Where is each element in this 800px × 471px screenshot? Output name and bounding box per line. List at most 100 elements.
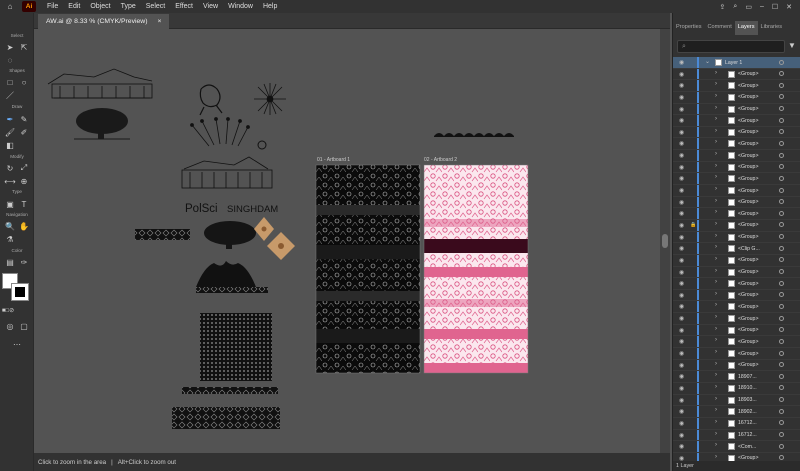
visibility-eye-icon[interactable]: ◉ — [679, 420, 684, 427]
chevron-right-icon[interactable]: › — [715, 372, 717, 378]
visibility-eye-icon[interactable]: ◉ — [679, 199, 684, 206]
menu-effect[interactable]: Effect — [170, 3, 198, 10]
chevron-right-icon[interactable]: › — [715, 302, 717, 308]
tab-close-icon[interactable]: × — [157, 18, 161, 25]
chevron-right-icon[interactable]: › — [715, 396, 717, 402]
minimize-icon[interactable]: – — [760, 3, 764, 11]
menu-edit[interactable]: Edit — [63, 3, 85, 10]
rotate-tool-icon[interactable]: ↻ — [5, 163, 15, 173]
layer-item-name[interactable]: <Group> — [738, 362, 758, 368]
starburst-motif[interactable] — [254, 83, 286, 115]
brush-tool-icon[interactable]: 🖌 — [5, 127, 15, 137]
menu-select[interactable]: Select — [141, 3, 170, 10]
chevron-right-icon[interactable]: › — [715, 105, 717, 111]
artboard-2[interactable] — [423, 164, 529, 374]
layer-row[interactable]: ◉ › <Group> — [673, 196, 800, 209]
pattern-strip-bottom-2[interactable] — [172, 407, 280, 429]
menu-type[interactable]: Type — [116, 3, 141, 10]
target-circle-icon[interactable] — [779, 408, 784, 414]
layer-item-name[interactable]: <Group> — [738, 292, 758, 298]
chevron-right-icon[interactable]: › — [715, 198, 717, 204]
target-circle-icon[interactable] — [779, 280, 784, 286]
layer-row[interactable]: ◉ › <Group> — [673, 150, 800, 162]
visibility-eye-icon[interactable]: ◉ — [679, 187, 684, 194]
visibility-eye-icon[interactable]: ◉ — [679, 210, 684, 217]
menu-window[interactable]: Window — [223, 3, 258, 10]
visibility-eye-icon[interactable]: ◉ — [679, 222, 684, 229]
layer-item-name[interactable]: <Group> — [738, 211, 758, 217]
filter-icon[interactable]: ▼ — [788, 41, 796, 50]
target-circle-icon[interactable] — [779, 443, 784, 449]
scroll-thumb[interactable] — [662, 234, 668, 248]
visibility-eye-icon[interactable]: ◉ — [679, 385, 684, 392]
layers-search-input[interactable]: ⌕ — [677, 40, 785, 53]
chevron-right-icon[interactable]: › — [715, 116, 717, 122]
gradient-tool-icon[interactable]: ▤ — [5, 257, 15, 267]
chevron-right-icon[interactable]: › — [715, 291, 717, 297]
visibility-eye-icon[interactable]: ◉ — [679, 245, 684, 252]
chevron-right-icon[interactable]: › — [715, 384, 717, 390]
menu-file[interactable]: File — [42, 3, 63, 10]
scallop-strip[interactable] — [434, 133, 514, 137]
type-tool-icon[interactable]: T — [19, 199, 29, 209]
logo-text-polsci[interactable]: PolSci — [185, 203, 218, 215]
chevron-right-icon[interactable]: › — [715, 337, 717, 343]
target-circle-icon[interactable] — [779, 187, 784, 193]
layer-item-name[interactable]: <Clip G... — [738, 246, 760, 252]
target-circle-icon[interactable] — [779, 106, 784, 112]
chevron-right-icon[interactable]: › — [715, 454, 717, 460]
layer-row[interactable]: ◉ › <Group> — [673, 336, 800, 349]
layer-row[interactable]: ◉ 🔒 › <Group> — [673, 219, 800, 232]
target-circle-icon[interactable] — [779, 82, 784, 88]
chevron-down-icon[interactable]: ⌄ — [705, 58, 710, 65]
chevron-right-icon[interactable]: › — [715, 442, 717, 448]
visibility-eye-icon[interactable]: ◉ — [679, 432, 684, 439]
target-circle-icon[interactable] — [779, 373, 784, 379]
artboard-1[interactable] — [315, 164, 421, 374]
pattern-strip-bottom-1[interactable] — [182, 387, 278, 394]
tall-grid-pattern[interactable] — [200, 313, 272, 381]
home-icon[interactable]: ⌂ — [0, 0, 20, 13]
width-tool-icon[interactable]: ⟷ — [4, 176, 15, 186]
layer-row[interactable]: ◉ › <Group> — [673, 80, 800, 92]
pen-tool-icon[interactable]: ✒ — [5, 114, 15, 124]
layer-item-name[interactable]: <Group> — [738, 176, 758, 182]
visibility-eye-icon[interactable]: ◉ — [679, 443, 684, 450]
stroke-swatch[interactable] — [11, 283, 29, 301]
layer-row[interactable]: ◉ › <Group> — [673, 313, 800, 325]
chevron-right-icon[interactable]: › — [715, 70, 717, 76]
visibility-eye-icon[interactable]: ◉ — [679, 338, 684, 345]
layer-item-name[interactable]: <Group> — [738, 281, 758, 287]
visibility-eye-icon[interactable]: ◉ — [679, 164, 684, 171]
target-circle-icon[interactable] — [779, 269, 784, 275]
layer-row[interactable]: ◉ › <Group> — [673, 266, 800, 279]
visibility-eye-icon[interactable]: ◉ — [679, 94, 684, 101]
layer-item-name[interactable]: <Group> — [738, 71, 758, 77]
house-drawing-top[interactable] — [47, 68, 153, 99]
target-circle-icon[interactable] — [779, 292, 784, 298]
chevron-right-icon[interactable]: › — [715, 244, 717, 250]
layer-row[interactable]: ◉ › <Group> — [673, 91, 800, 104]
visibility-eye-icon[interactable]: ◉ — [679, 362, 684, 369]
layer-item-name[interactable]: <Group> — [738, 339, 758, 345]
visibility-eye-icon[interactable]: ◉ — [679, 373, 684, 380]
layer-row[interactable]: ◉ › 18907... — [673, 371, 800, 383]
target-circle-icon[interactable] — [779, 59, 784, 65]
layer-item-name[interactable]: <Group> — [738, 351, 758, 357]
chevron-right-icon[interactable]: › — [715, 279, 717, 285]
lock-icon[interactable]: 🔒 — [690, 222, 696, 228]
artboard2-label[interactable]: 02 - Artboard 2 — [424, 157, 457, 163]
chevron-right-icon[interactable]: › — [715, 186, 717, 192]
tab-comments[interactable]: Comment — [705, 21, 735, 35]
layer-item-name[interactable]: <Group> — [738, 118, 758, 124]
layer-row[interactable]: ◉ › <Group> — [673, 115, 800, 127]
tab-libraries[interactable]: Libraries — [758, 21, 785, 35]
target-circle-icon[interactable] — [779, 350, 784, 356]
layer-item-name[interactable]: <Group> — [738, 199, 758, 205]
canvas[interactable]: PolSci SINGHDAM 01 - Artboard 1 02 - Art… — [34, 29, 660, 453]
visibility-eye-icon[interactable]: ◉ — [679, 152, 684, 159]
search-icon[interactable]: ⌕ — [733, 3, 737, 11]
chevron-right-icon[interactable]: › — [715, 419, 717, 425]
sunburst-fan[interactable] — [190, 117, 250, 147]
tree-drawing-top[interactable] — [74, 108, 130, 140]
